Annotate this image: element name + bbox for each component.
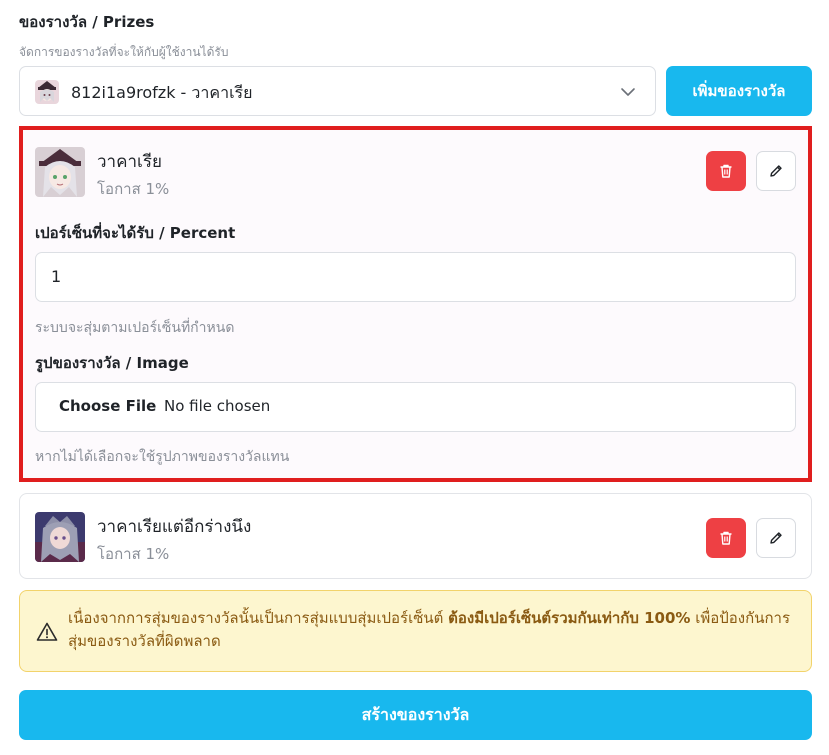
prize-select-name: วาคาเรีย — [191, 83, 253, 102]
percent-input[interactable]: 1 — [35, 252, 796, 302]
chevron-down-icon — [621, 88, 635, 96]
edit-prize-button[interactable] — [756, 518, 796, 558]
delete-prize-button[interactable] — [706, 518, 746, 558]
percent-input-value: 1 — [51, 267, 62, 286]
page-subtitle: จัดการของรางวัลที่จะให้กับผู้ใช้งานได้รั… — [19, 45, 229, 59]
prize-card-collapsed[interactable]: วาคาเรียแต่อีกร่างนึง โอกาส 1% — [19, 493, 812, 579]
prize-select-value: 812i1a9rofzk - วาคาเรีย — [71, 81, 253, 106]
alert-text: เนื่องจากการสุ่มของรางวัลนั้นเป็นการสุ่ม… — [68, 607, 798, 653]
prize-select[interactable]: 812i1a9rofzk - วาคาเรีย — [19, 66, 656, 116]
create-prize-button[interactable]: สร้างของรางวัล — [19, 690, 812, 740]
choose-file-button[interactable]: Choose File — [59, 397, 156, 415]
alert-text-before: เนื่องจากการสุ่มของรางวัลนั้นเป็นการสุ่ม… — [68, 609, 449, 627]
edit-prize-button[interactable] — [756, 151, 796, 191]
warning-triangle-icon — [36, 622, 58, 641]
trash-icon — [720, 164, 732, 178]
delete-prize-button[interactable] — [706, 151, 746, 191]
prize-chance: โอกาส 1% — [97, 545, 170, 563]
add-prize-button[interactable]: เพิ่มของรางวัล — [666, 66, 812, 116]
image-label: รูปของรางวัล / Image — [35, 354, 189, 372]
prize-thumbnail — [35, 147, 85, 197]
prizes-header: ของรางวัล / Prizes จัดการของรางวัลที่จะใ… — [19, 10, 228, 62]
pencil-icon — [770, 165, 782, 177]
percent-hint: ระบบจะสุ่มตามเปอร์เซ็นที่กำหนด — [35, 320, 235, 336]
prize-avatar — [35, 80, 59, 104]
prize-select-row: 812i1a9rofzk - วาคาเรีย เพิ่มของรางวัล — [19, 66, 812, 116]
pencil-icon — [770, 532, 782, 544]
file-status: No file chosen — [164, 397, 271, 415]
prize-card-expanded: วาคาเรีย โอกาส 1% เปอร์เซ็นที่จะได้รับ /… — [19, 126, 812, 482]
trash-icon — [720, 531, 732, 545]
image-file-input[interactable]: Choose File No file chosen — [35, 382, 796, 432]
prize-chance: โอกาส 1% — [97, 180, 170, 198]
alert-text-emphasis: ต้องมีเปอร์เซ็นต์รวมกันเท่ากับ 100% — [448, 609, 691, 627]
prize-name: วาคาเรียแต่อีกร่างนึง — [97, 517, 252, 537]
prize-thumbnail — [35, 512, 85, 562]
page-title: ของรางวัล / Prizes — [19, 13, 155, 31]
prize-select-id: 812i1a9rofzk — [71, 83, 176, 102]
percent-warning-alert: เนื่องจากการสุ่มของรางวัลนั้นเป็นการสุ่ม… — [19, 590, 812, 672]
percent-label: เปอร์เซ็นที่จะได้รับ / Percent — [35, 224, 236, 242]
prize-name: วาคาเรีย — [97, 152, 162, 172]
image-hint: หากไม่ได้เลือกจะใช้รูปภาพของรางวัลแทน — [35, 449, 290, 465]
prize-select-separator: - — [175, 83, 192, 102]
